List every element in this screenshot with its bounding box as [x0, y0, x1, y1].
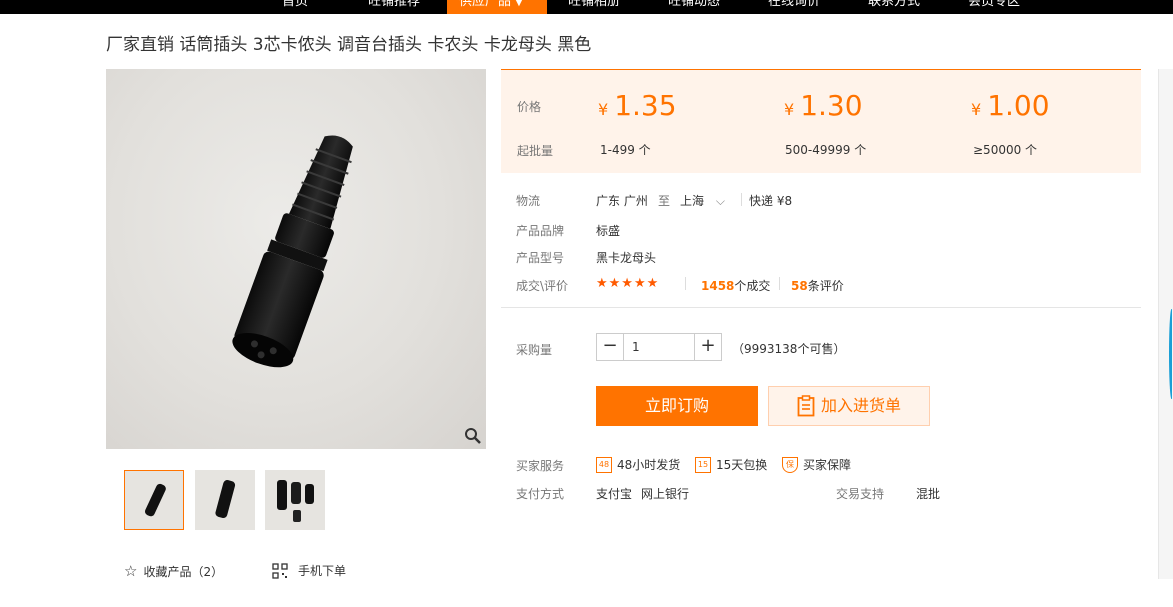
brand-value: 标盛 — [596, 224, 621, 238]
payment-online-banking: 网上银行 — [641, 487, 690, 501]
clipboard-icon — [797, 395, 815, 417]
48h-icon: 48 — [596, 456, 612, 473]
currency-symbol: ¥ — [971, 100, 982, 119]
deals-suffix: 个成交 — [734, 279, 771, 293]
logistics-label: 物流 — [516, 194, 541, 208]
zoom-icon[interactable] — [464, 427, 482, 445]
deals-label: 成交\评价 — [516, 279, 569, 293]
favorite-button[interactable]: ☆ 收藏产品（2） — [124, 562, 223, 580]
deals-count-link[interactable]: 1458个成交 — [701, 277, 770, 294]
service-label: 15天包换 — [716, 458, 768, 472]
price-value: 1.30 — [800, 89, 863, 122]
divider — [741, 193, 742, 206]
nav-item-news[interactable]: 旺铺动态 — [668, 0, 720, 14]
qr-code-icon — [272, 562, 288, 579]
trade-support-value: 混批 — [916, 487, 941, 501]
sidebar-decoration — [1169, 309, 1173, 399]
nav-item-home[interactable]: 首页 — [282, 0, 308, 14]
service-label: 买家保障 — [803, 458, 852, 472]
thumbnail-1-image — [145, 483, 166, 517]
plus-button[interactable]: + — [695, 334, 721, 360]
qty-tier-1: 1-499 个 — [600, 143, 651, 157]
price-tier-2: ¥1.30 — [784, 88, 863, 128]
brand-label: 产品品牌 — [516, 224, 565, 238]
mobile-order-button[interactable]: 手机下单 — [272, 562, 346, 579]
service-buyer-protection: 保 买家保障 — [782, 456, 851, 473]
nav-item-products[interactable]: 供应产品 ▼ — [447, 0, 547, 14]
nav-item-inquiry[interactable]: 在线询价 — [768, 0, 820, 14]
payment-label: 支付方式 — [516, 487, 565, 501]
add-to-list-label: 加入进货单 — [820, 396, 901, 415]
service-label: 48小时发货 — [617, 458, 681, 472]
thumbnail-1[interactable] — [124, 470, 184, 530]
qty-tier-2: 500-49999 个 — [785, 143, 867, 157]
price-tier-3: ¥1.00 — [971, 88, 1050, 128]
quantity-label: 采购量 — [516, 343, 553, 357]
nav-item-album[interactable]: 旺铺相册 — [568, 0, 620, 14]
thumbnail-2-image — [215, 480, 236, 519]
destination-select[interactable]: 上海 ⌵ — [680, 192, 725, 209]
thumbnail-3-image — [277, 480, 314, 522]
trade-support-label: 交易支持 — [836, 487, 885, 501]
product-title: 厂家直销 话筒插头 3芯卡侬头 调音台插头 卡农头 卡龙母头 黑色 — [106, 35, 592, 55]
nav-item-members[interactable]: 会员专区 — [968, 0, 1020, 14]
add-to-list-button[interactable]: 加入进货单 — [768, 386, 930, 426]
price-block: 价格 起批量 ¥1.35 ¥1.30 ¥1.00 1-499 个 500-499… — [501, 69, 1141, 173]
service-15day-exchange: 15 15天包换 — [695, 456, 767, 473]
reviews-suffix: 条评价 — [807, 279, 844, 293]
service-48h-shipping: 48 48小时发货 — [596, 456, 680, 473]
thumbnail-3[interactable] — [265, 470, 325, 530]
stock-available: （9993138个可售） — [732, 342, 846, 356]
reviews-count: 58 — [791, 279, 808, 293]
right-sidebar — [1158, 69, 1173, 579]
chevron-down-icon: ⌵ — [715, 194, 725, 208]
currency-symbol: ¥ — [598, 100, 609, 119]
rating-stars: ★★★★★ — [596, 276, 660, 291]
product-main-image[interactable] — [106, 69, 486, 449]
star-outline-icon: ☆ — [124, 562, 138, 580]
price-value: 1.00 — [987, 89, 1050, 122]
minus-button[interactable]: − — [597, 334, 623, 360]
buy-now-button[interactable]: 立即订购 — [596, 386, 758, 426]
logistics-to: 至 — [658, 194, 671, 208]
top-nav: 首页 旺铺推荐 供应产品 ▼ 旺铺相册 旺铺动态 在线询价 联系方式 会员专区 — [0, 0, 1173, 14]
model-value: 黑卡龙母头 — [596, 251, 657, 265]
payment-alipay: 支付宝 — [596, 487, 633, 501]
currency-symbol: ¥ — [784, 100, 795, 119]
qty-tier-3: ≥50000 个 — [973, 143, 1038, 157]
quantity-input[interactable] — [623, 334, 695, 360]
destination-value: 上海 — [680, 194, 705, 208]
divider — [779, 277, 780, 290]
price-label: 价格 — [517, 100, 542, 114]
nav-item-products-label: 供应产品 — [459, 0, 512, 9]
nav-item-contact[interactable]: 联系方式 — [868, 0, 920, 14]
price-value: 1.35 — [614, 89, 677, 122]
logistics-origin: 广东 广州 — [596, 194, 648, 208]
moq-label: 起批量 — [517, 144, 554, 158]
quantity-stepper: − + — [596, 333, 722, 361]
model-label: 产品型号 — [516, 251, 565, 265]
shield-icon: 保 — [782, 456, 798, 473]
services-label: 买家服务 — [516, 459, 565, 473]
thumbnail-2[interactable] — [195, 470, 255, 530]
section-divider — [501, 307, 1141, 308]
deals-count: 1458 — [701, 279, 735, 293]
chevron-down-icon: ▼ — [515, 0, 523, 8]
logistics-express: 快递 ¥8 — [749, 194, 793, 208]
favorite-label: 收藏产品（2） — [143, 564, 224, 579]
mobile-order-label: 手机下单 — [298, 564, 347, 578]
nav-item-recommend[interactable]: 旺铺推荐 — [368, 0, 420, 14]
divider — [685, 277, 686, 290]
15-day-icon: 15 — [695, 456, 711, 473]
reviews-count-link[interactable]: 58条评价 — [791, 277, 844, 294]
price-tier-1: ¥1.35 — [598, 88, 677, 128]
xlr-connector-image — [232, 135, 353, 368]
